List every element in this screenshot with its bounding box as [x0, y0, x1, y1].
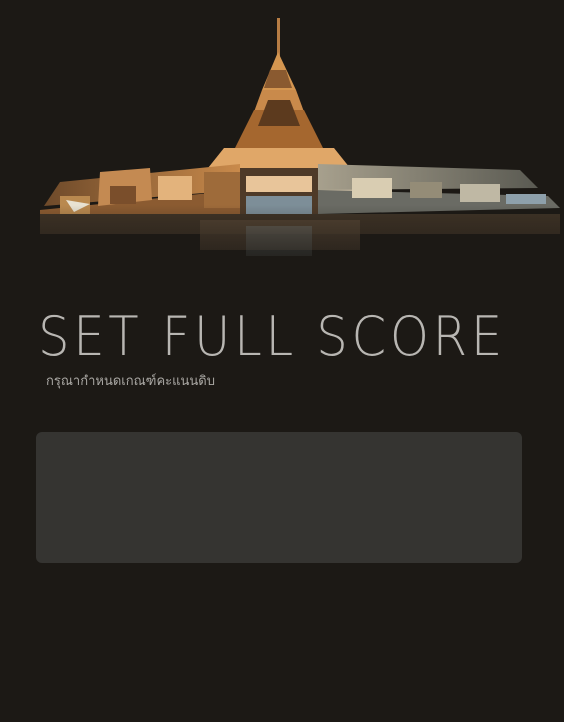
- temple-building-icon: [0, 18, 564, 280]
- score-input-panel[interactable]: [36, 432, 522, 563]
- page-title: SET FULL SCORE: [38, 305, 506, 368]
- page-subtitle: กรุณากำหนดเกณฑ์คะแนนดิบ: [46, 374, 215, 389]
- header-banner: [0, 0, 564, 280]
